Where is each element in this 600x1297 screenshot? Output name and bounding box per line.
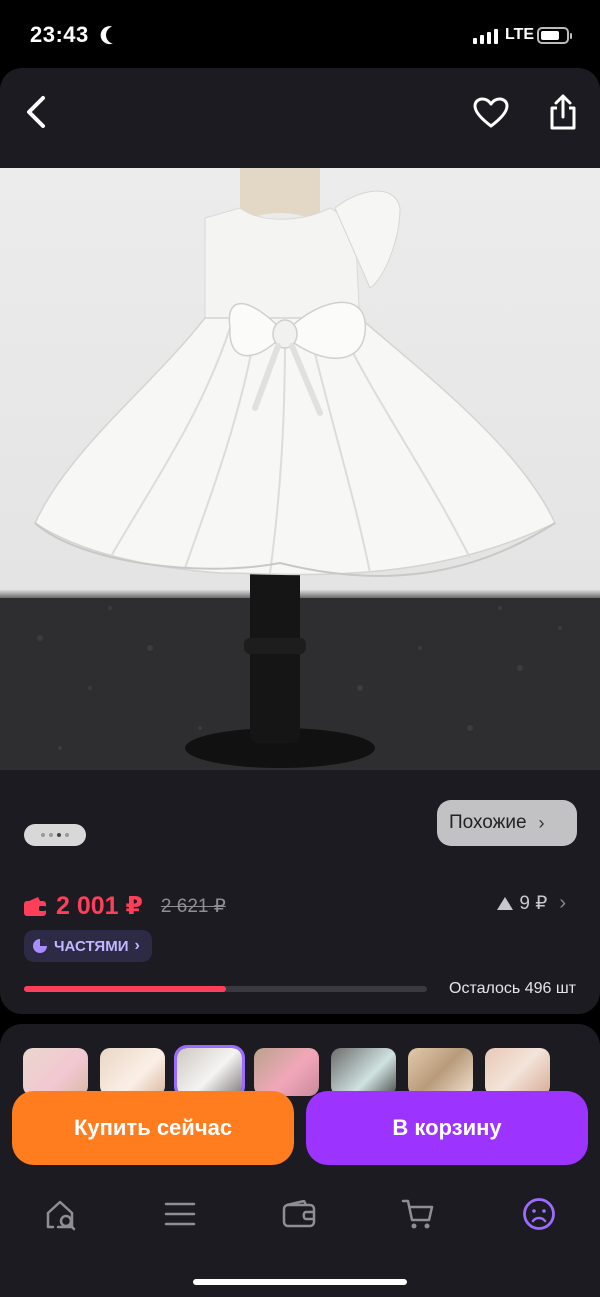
price-change-button[interactable]: 9 ₽ › (497, 892, 566, 915)
product-image[interactable] (0, 168, 600, 770)
catalog-menu-icon (164, 1202, 196, 1226)
gallery-pagination (24, 824, 86, 846)
price-change-value: 9 ₽ (519, 893, 548, 914)
tab-wallet[interactable] (269, 1184, 329, 1244)
heart-icon (473, 97, 509, 128)
stock-progress-bar (24, 986, 427, 992)
old-price: 2 621 ₽ (160, 895, 226, 917)
back-button[interactable] (14, 90, 58, 134)
variant-thumbnail-selected[interactable] (174, 1045, 245, 1099)
buy-now-button[interactable]: Купить сейчас (12, 1091, 294, 1165)
current-price: 2 001 ₽ (56, 892, 143, 920)
chevron-right-icon: › (538, 812, 545, 833)
price-row: 2 001 ₽ 2 621 ₽ (24, 890, 226, 922)
pie-chart-icon (33, 939, 47, 953)
chevron-right-icon: › (134, 937, 140, 954)
similar-button-label: Похожие (449, 812, 527, 833)
tab-profile[interactable] (509, 1184, 569, 1244)
wallet-price-icon (24, 897, 46, 916)
stock-remaining: Осталось 496 шт (449, 980, 576, 997)
stock-progress-fill (24, 986, 226, 992)
product-card: Похожие › 2 001 ₽ 2 621 ₽ 9 ₽ › ЧАСТЯМИ … (0, 68, 600, 1014)
price-up-icon (497, 897, 514, 910)
cellular-signal-icon (473, 28, 498, 44)
battery-icon (537, 27, 572, 44)
variant-thumbnail[interactable] (254, 1048, 319, 1096)
favorite-button[interactable] (468, 90, 514, 136)
installments-badge[interactable]: ЧАСТЯМИ › (24, 930, 152, 962)
variant-thumbnail[interactable] (100, 1048, 165, 1096)
wallet-icon (282, 1200, 316, 1228)
variant-thumbnail[interactable] (485, 1048, 550, 1096)
cart-icon (401, 1199, 434, 1229)
share-button[interactable] (540, 88, 586, 136)
tab-bar (0, 1184, 600, 1244)
network-type: LTE (505, 26, 535, 43)
tab-home[interactable] (31, 1184, 91, 1244)
share-icon (550, 94, 576, 130)
variant-thumbnail[interactable] (408, 1048, 473, 1096)
gallery-dot (49, 833, 53, 837)
chevron-right-icon: › (559, 892, 566, 914)
installments-label: ЧАСТЯМИ (54, 937, 129, 955)
bottom-panel: Купить сейчас В корзину (0, 1024, 600, 1297)
variant-thumbnail[interactable] (23, 1048, 88, 1096)
chevron-left-icon (27, 96, 45, 128)
tab-catalog[interactable] (150, 1184, 210, 1244)
status-time: 23:43 (30, 22, 89, 47)
nav-bar (0, 68, 600, 168)
status-bar: 23:43 LTE (0, 0, 600, 70)
similar-button[interactable]: Похожие › (437, 800, 577, 846)
gallery-dot (41, 833, 45, 837)
profile-icon (523, 1198, 555, 1230)
home-search-icon (46, 1200, 76, 1231)
variant-thumbnail[interactable] (331, 1048, 396, 1096)
dress-photo (0, 168, 600, 770)
do-not-disturb-moon-icon (103, 23, 126, 46)
add-to-cart-button[interactable]: В корзину (306, 1091, 588, 1165)
gallery-dot-active (57, 833, 61, 837)
variant-thumbnails (23, 1045, 550, 1099)
gallery-dot (65, 833, 69, 837)
home-indicator[interactable] (193, 1279, 407, 1285)
tab-cart[interactable] (388, 1184, 448, 1244)
